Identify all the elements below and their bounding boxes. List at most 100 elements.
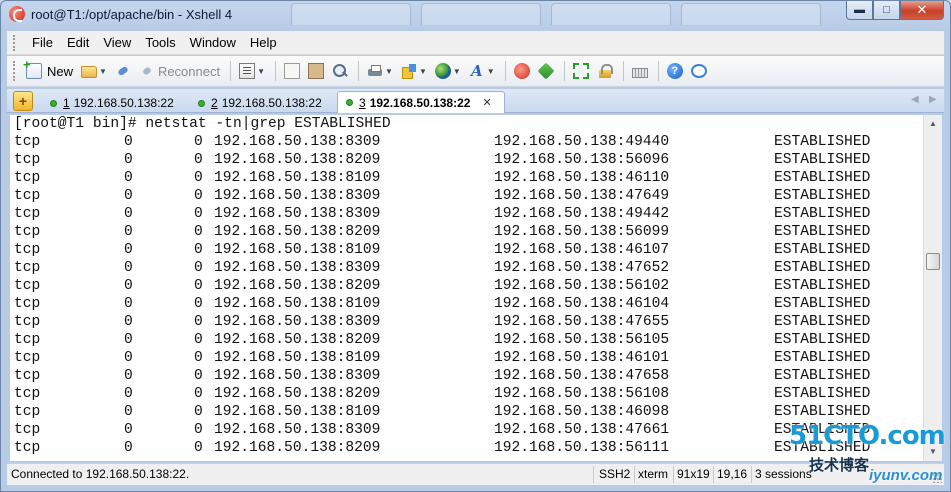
local-address-cell: 192.168.50.138:8209 xyxy=(214,224,381,240)
tab-session-2[interactable]: 2 192.168.50.138:22 xyxy=(189,92,333,113)
toolbar-grip[interactable] xyxy=(13,61,17,81)
paste-icon xyxy=(308,63,325,79)
proto-cell: tcp xyxy=(14,152,41,168)
terminal-output-line: tcp 0 0 192.168.50.138:8309 192.168.50.138:4… xyxy=(10,421,923,439)
scroll-down-icon[interactable]: ▼ xyxy=(925,444,941,460)
foreign-address-cell: 192.168.50.138:46098 xyxy=(494,404,670,420)
connected-status-icon xyxy=(346,99,353,106)
recv-q-cell: 0 xyxy=(124,260,133,276)
terminal-output-line: tcp 0 0 192.168.50.138:8209 192.168.50.138:5… xyxy=(10,277,923,295)
tab-label: 192.168.50.138:22 xyxy=(221,96,322,110)
scrollbar-thumb[interactable] xyxy=(926,253,940,270)
keyboard-button[interactable] xyxy=(629,59,651,83)
xftp-alt-button[interactable] xyxy=(535,59,557,83)
local-address-cell: 192.168.50.138:8309 xyxy=(214,188,381,204)
tab-scroll-right-icon[interactable]: ▶ xyxy=(929,94,937,105)
state-cell: ESTABLISHED xyxy=(774,386,871,402)
font-button[interactable]: A ▼ xyxy=(466,59,498,83)
status-size: 91x19 xyxy=(677,467,710,481)
local-address-cell: 192.168.50.138:8309 xyxy=(214,134,381,150)
chevron-down-icon: ▼ xyxy=(99,66,107,76)
find-button[interactable] xyxy=(329,59,351,83)
proto-cell: tcp xyxy=(14,134,41,150)
terminal-output-line: tcp 0 0 192.168.50.138:8309 192.168.50.138:4… xyxy=(10,187,923,205)
connect-icon xyxy=(112,60,134,82)
recv-q-cell: 0 xyxy=(124,350,133,366)
proto-cell: tcp xyxy=(14,386,41,402)
foreign-address-cell: 192.168.50.138:49442 xyxy=(494,206,670,222)
terminal-scrollbar[interactable]: ▲ ▼ xyxy=(923,115,942,461)
add-tab-button[interactable]: + xyxy=(13,91,33,111)
recv-q-cell: 0 xyxy=(124,404,133,420)
lock-button[interactable] xyxy=(594,59,616,83)
proto-cell: tcp xyxy=(14,278,41,294)
state-cell: ESTABLISHED xyxy=(774,242,871,258)
close-button[interactable]: ✕ xyxy=(900,1,944,20)
menu-bar: File Edit View Tools Window Help xyxy=(7,31,944,55)
foreign-address-cell: 192.168.50.138:56111 xyxy=(494,440,670,456)
menu-help[interactable]: Help xyxy=(243,35,284,50)
tab-scroll-left-icon[interactable]: ◀ xyxy=(911,94,919,105)
recv-q-cell: 0 xyxy=(124,170,133,186)
toolbar-separator xyxy=(275,61,277,81)
local-address-cell: 192.168.50.138:8109 xyxy=(214,170,381,186)
terminal-output-line: tcp 0 0 192.168.50.138:8109 192.168.50.138:4… xyxy=(10,169,923,187)
paste-button[interactable] xyxy=(305,59,327,83)
maximize-button[interactable]: □ xyxy=(873,1,900,20)
terminal-output-line: tcp 0 0 192.168.50.138:8209 192.168.50.138:5… xyxy=(10,223,923,241)
help-button[interactable]: ? xyxy=(664,59,686,83)
terminal-output-line: tcp 0 0 192.168.50.138:8309 192.168.50.138:4… xyxy=(10,313,923,331)
toolbar-separator xyxy=(358,61,360,81)
properties-button[interactable]: ▼ xyxy=(236,59,268,83)
minimize-button[interactable]: ▬ xyxy=(846,1,873,20)
chevron-down-icon: ▼ xyxy=(418,66,427,76)
menu-window[interactable]: Window xyxy=(183,35,243,50)
terminal-output-line: tcp 0 0 192.168.50.138:8309 192.168.50.138:4… xyxy=(10,367,923,385)
terminal-output-line: tcp 0 0 192.168.50.138:8209 192.168.50.138:5… xyxy=(10,151,923,169)
tab-session-3[interactable]: 3 192.168.50.138:22 ✕ xyxy=(337,91,505,113)
foreign-address-cell: 192.168.50.138:47652 xyxy=(494,260,670,276)
send-q-cell: 0 xyxy=(194,206,203,222)
xftp-button[interactable] xyxy=(511,59,533,83)
status-divider xyxy=(673,466,674,483)
open-button[interactable]: ▼ xyxy=(78,59,110,83)
taskbar-ghost-tabs xyxy=(291,3,831,25)
copy-button[interactable] xyxy=(281,59,303,83)
print-button[interactable]: ▼ xyxy=(364,59,396,83)
recv-q-cell: 0 xyxy=(124,188,133,204)
tab-close-icon[interactable]: ✕ xyxy=(482,96,491,109)
font-icon: A xyxy=(470,62,483,80)
foreign-address-cell: 192.168.50.138:56105 xyxy=(494,332,670,348)
foreign-address-cell: 192.168.50.138:56108 xyxy=(494,386,670,402)
menu-file[interactable]: File xyxy=(25,35,60,50)
terminal-output-line: tcp 0 0 192.168.50.138:8209 192.168.50.138:5… xyxy=(10,385,923,403)
send-q-cell: 0 xyxy=(194,260,203,276)
tab-session-1[interactable]: 1 192.168.50.138:22 xyxy=(41,92,185,113)
menu-tools[interactable]: Tools xyxy=(138,35,182,50)
ghost-tab xyxy=(551,3,671,25)
scroll-up-icon[interactable]: ▲ xyxy=(925,116,941,132)
transfer-button[interactable]: ▼ xyxy=(398,59,430,83)
chevron-down-icon: ▼ xyxy=(257,66,266,76)
new-session-button[interactable]: New xyxy=(23,57,76,83)
local-address-cell: 192.168.50.138:8109 xyxy=(214,404,381,420)
window-controls: ▬ □ ✕ xyxy=(846,1,944,21)
lock-icon xyxy=(597,63,613,79)
connect-button[interactable] xyxy=(112,59,134,83)
terminal-output[interactable]: [root@T1 bin]# netstat -tn|grep ESTABLIS… xyxy=(10,115,923,461)
state-cell: ESTABLISHED xyxy=(774,296,871,312)
send-q-cell: 0 xyxy=(194,422,203,438)
chat-button[interactable] xyxy=(688,59,710,83)
title-bar[interactable]: root@T1:/opt/apache/bin - Xshell 4 ▬ □ ✕ xyxy=(1,1,950,29)
resize-grip[interactable] xyxy=(932,473,942,483)
menu-edit[interactable]: Edit xyxy=(60,35,96,50)
status-divider xyxy=(713,466,714,483)
copy-icon xyxy=(284,63,301,79)
proto-cell: tcp xyxy=(14,368,41,384)
menu-grip[interactable] xyxy=(13,34,17,51)
encoding-button[interactable]: ▼ xyxy=(432,59,464,83)
fullscreen-button[interactable] xyxy=(570,59,592,83)
recv-q-cell: 0 xyxy=(124,224,133,240)
menu-view[interactable]: View xyxy=(96,35,138,50)
reconnect-button[interactable]: Reconnect xyxy=(136,59,223,83)
